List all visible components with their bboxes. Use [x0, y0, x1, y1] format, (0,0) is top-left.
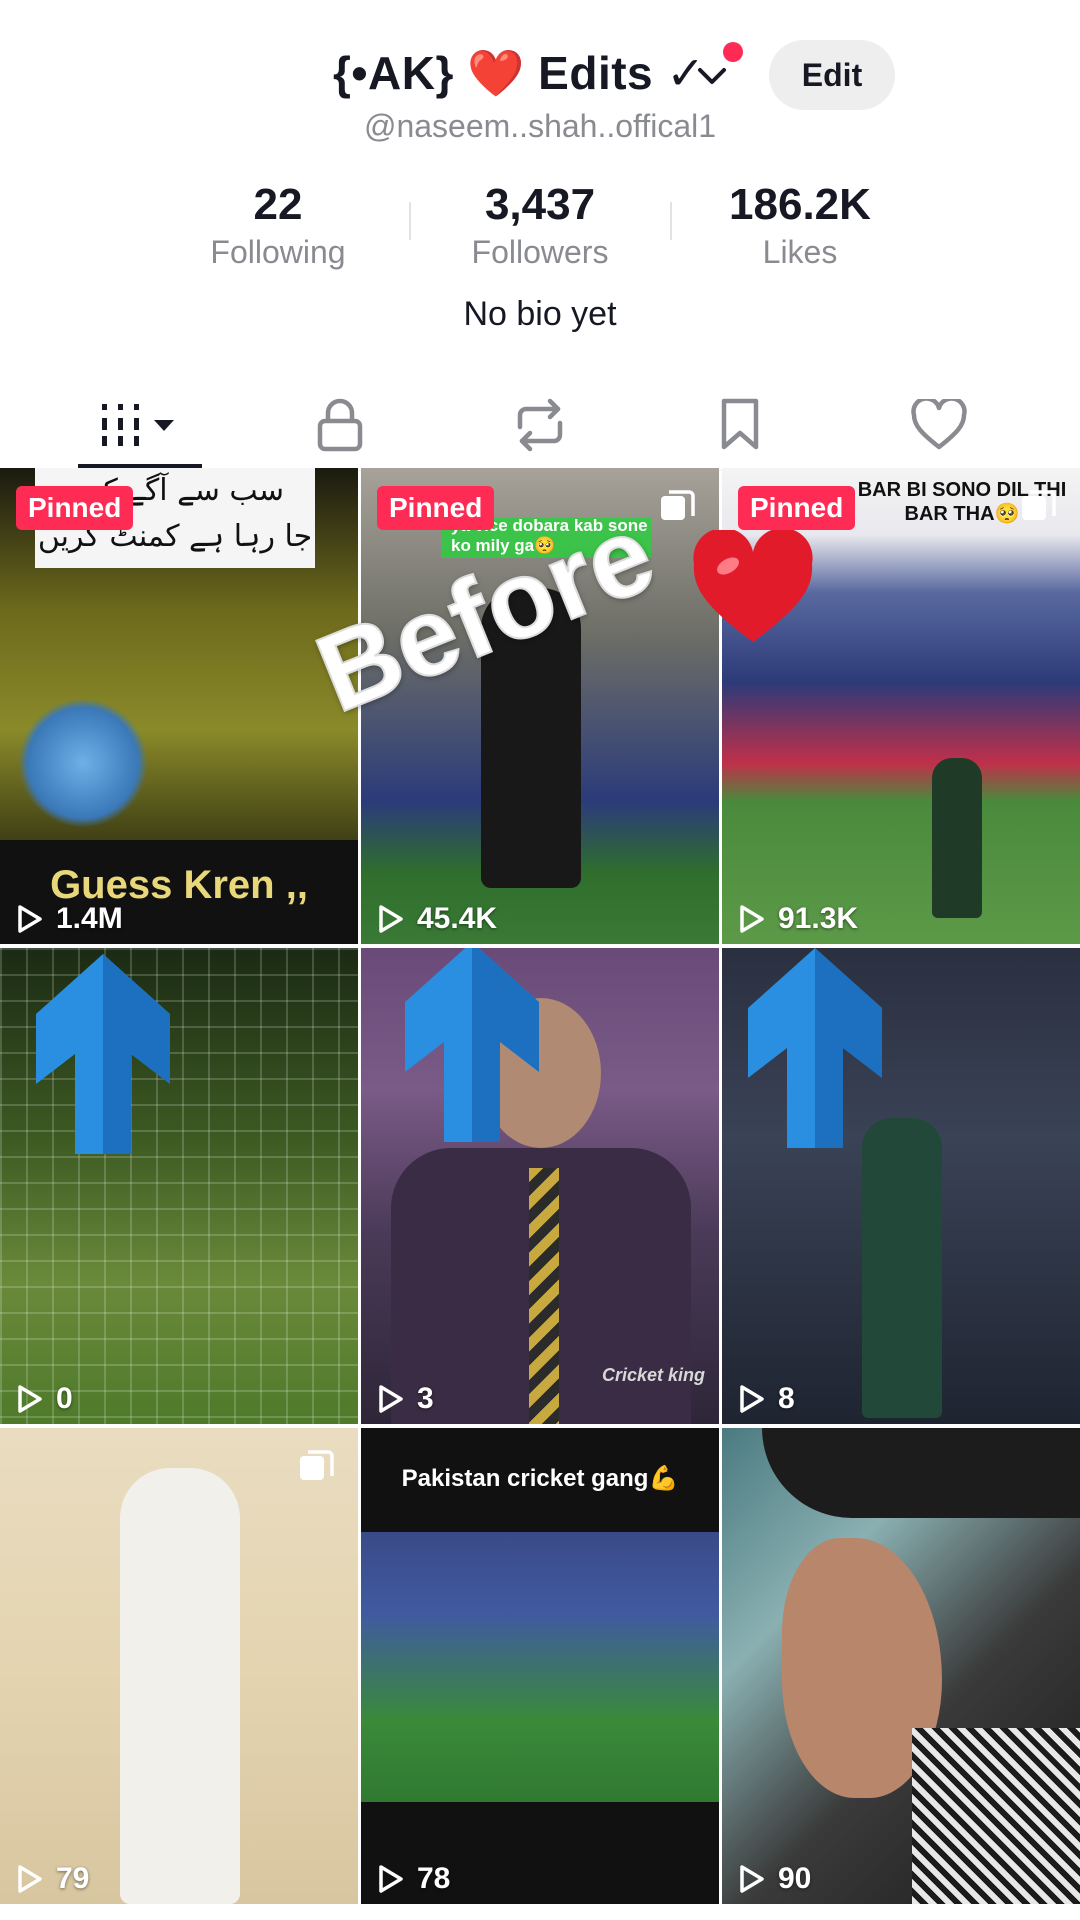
video-thumbnail[interactable]: 90: [722, 1428, 1080, 1904]
multi-photo-icon: [661, 490, 695, 520]
player-figure: [862, 1118, 942, 1418]
view-count-text: 8: [778, 1382, 795, 1415]
bio[interactable]: No bio yet: [0, 295, 1080, 334]
heart-icon: [911, 399, 967, 450]
play-icon: [18, 1865, 42, 1893]
arrow-up-icon: [748, 948, 882, 1148]
view-count: 91.3K: [738, 902, 858, 936]
bookmark-icon: [721, 398, 759, 450]
video-thumbnail[interactable]: 0: [0, 948, 358, 1424]
view-count: 78: [377, 1862, 450, 1896]
followers-stat[interactable]: 3,437 Followers: [420, 180, 660, 272]
view-count-text: 90: [778, 1862, 812, 1895]
following-label: Following: [210, 234, 346, 270]
tab-videos[interactable]: [78, 380, 202, 470]
tab-liked[interactable]: [899, 380, 979, 470]
display-name[interactable]: {•AK} ❤️ Edits ✓: [333, 46, 705, 101]
video-thumbnail[interactable]: 8: [722, 948, 1080, 1424]
likes-count: 186.2K: [729, 180, 871, 229]
watermark: Cricket king: [601, 1365, 705, 1385]
multi-photo-icon: [1022, 490, 1056, 520]
jersey: [912, 1728, 1080, 1904]
play-icon: [379, 1865, 403, 1893]
play-icon: [18, 1385, 42, 1413]
view-count: 90: [738, 1862, 811, 1896]
username: @naseem..shah..offical1: [363, 108, 717, 144]
lock-icon: [317, 398, 363, 452]
video-thumbnail[interactable]: سب سے آگے کون جا رہا ہے کمنٹ کریں Guess …: [0, 468, 358, 944]
play-icon: [740, 1865, 764, 1893]
tab-private[interactable]: [300, 380, 380, 470]
view-count: 8: [738, 1382, 795, 1416]
tie: [529, 1168, 559, 1424]
edit-profile-button[interactable]: Edit: [769, 40, 895, 110]
video-thumbnail[interactable]: Pakistan cricket gang💪 78: [361, 1428, 719, 1904]
likes-stat[interactable]: 186.2K Likes: [680, 180, 920, 272]
view-count: 45.4K: [377, 902, 497, 936]
video-grid: سب سے آگے کون جا رہا ہے کمنٹ کریں Guess …: [0, 468, 1080, 1920]
view-count-text: 91.3K: [778, 902, 859, 935]
thumbnail-caption: Pakistan cricket gang💪: [401, 1465, 679, 1492]
play-icon: [740, 1385, 764, 1413]
pinned-badge: Pinned: [377, 486, 495, 530]
pinned-badge: Pinned: [16, 486, 134, 530]
chevron-down-icon[interactable]: [692, 56, 732, 96]
team-photo: [361, 1532, 719, 1802]
view-count-text: 1.4M: [56, 902, 123, 935]
cap: [762, 1428, 1080, 1518]
video-thumbnail[interactable]: 79: [0, 1428, 358, 1904]
arrow-up-icon: [405, 948, 539, 1142]
view-count-text: 79: [56, 1862, 90, 1895]
view-count: 0: [16, 1382, 73, 1416]
play-icon: [379, 905, 403, 933]
view-count-text: 45.4K: [417, 902, 498, 935]
following-count: 22: [253, 180, 303, 229]
tab-favorites[interactable]: [700, 380, 780, 470]
profile-tabs: [0, 380, 1080, 471]
view-count: 79: [16, 1862, 89, 1896]
notification-dot: [723, 42, 743, 62]
following-stat[interactable]: 22 Following: [158, 180, 398, 272]
view-count-text: 78: [417, 1862, 451, 1895]
multi-photo-icon: [300, 1450, 334, 1480]
red-heart-icon: [693, 530, 813, 642]
player-figure: [120, 1468, 240, 1904]
followers-count: 3,437: [484, 180, 596, 229]
view-count-text: 3: [417, 1382, 434, 1415]
profile-stats: 22 Following 3,437 Followers 186.2K Like…: [0, 180, 1080, 270]
stat-divider: [670, 202, 672, 240]
followers-label: Followers: [471, 234, 609, 270]
repost-icon: [517, 398, 563, 452]
video-thumbnail[interactable]: Cricket king 3: [361, 948, 719, 1424]
play-icon: [18, 905, 42, 933]
tab-reposts[interactable]: [500, 380, 580, 470]
player-figure: [932, 758, 982, 918]
player-figure: [18, 698, 148, 828]
pinned-badge: Pinned: [738, 486, 856, 530]
view-count: 1.4M: [16, 902, 123, 936]
arrow-up-icon: [36, 954, 170, 1154]
play-icon: [740, 905, 764, 933]
grid-icon: [102, 404, 174, 446]
stat-divider: [409, 202, 411, 240]
play-icon: [379, 1385, 403, 1413]
view-count-text: 0: [56, 1382, 73, 1415]
view-count: 3: [377, 1382, 434, 1416]
profile-header: {•AK} ❤️ Edits ✓ Edit: [0, 40, 1080, 110]
likes-label: Likes: [762, 234, 838, 270]
